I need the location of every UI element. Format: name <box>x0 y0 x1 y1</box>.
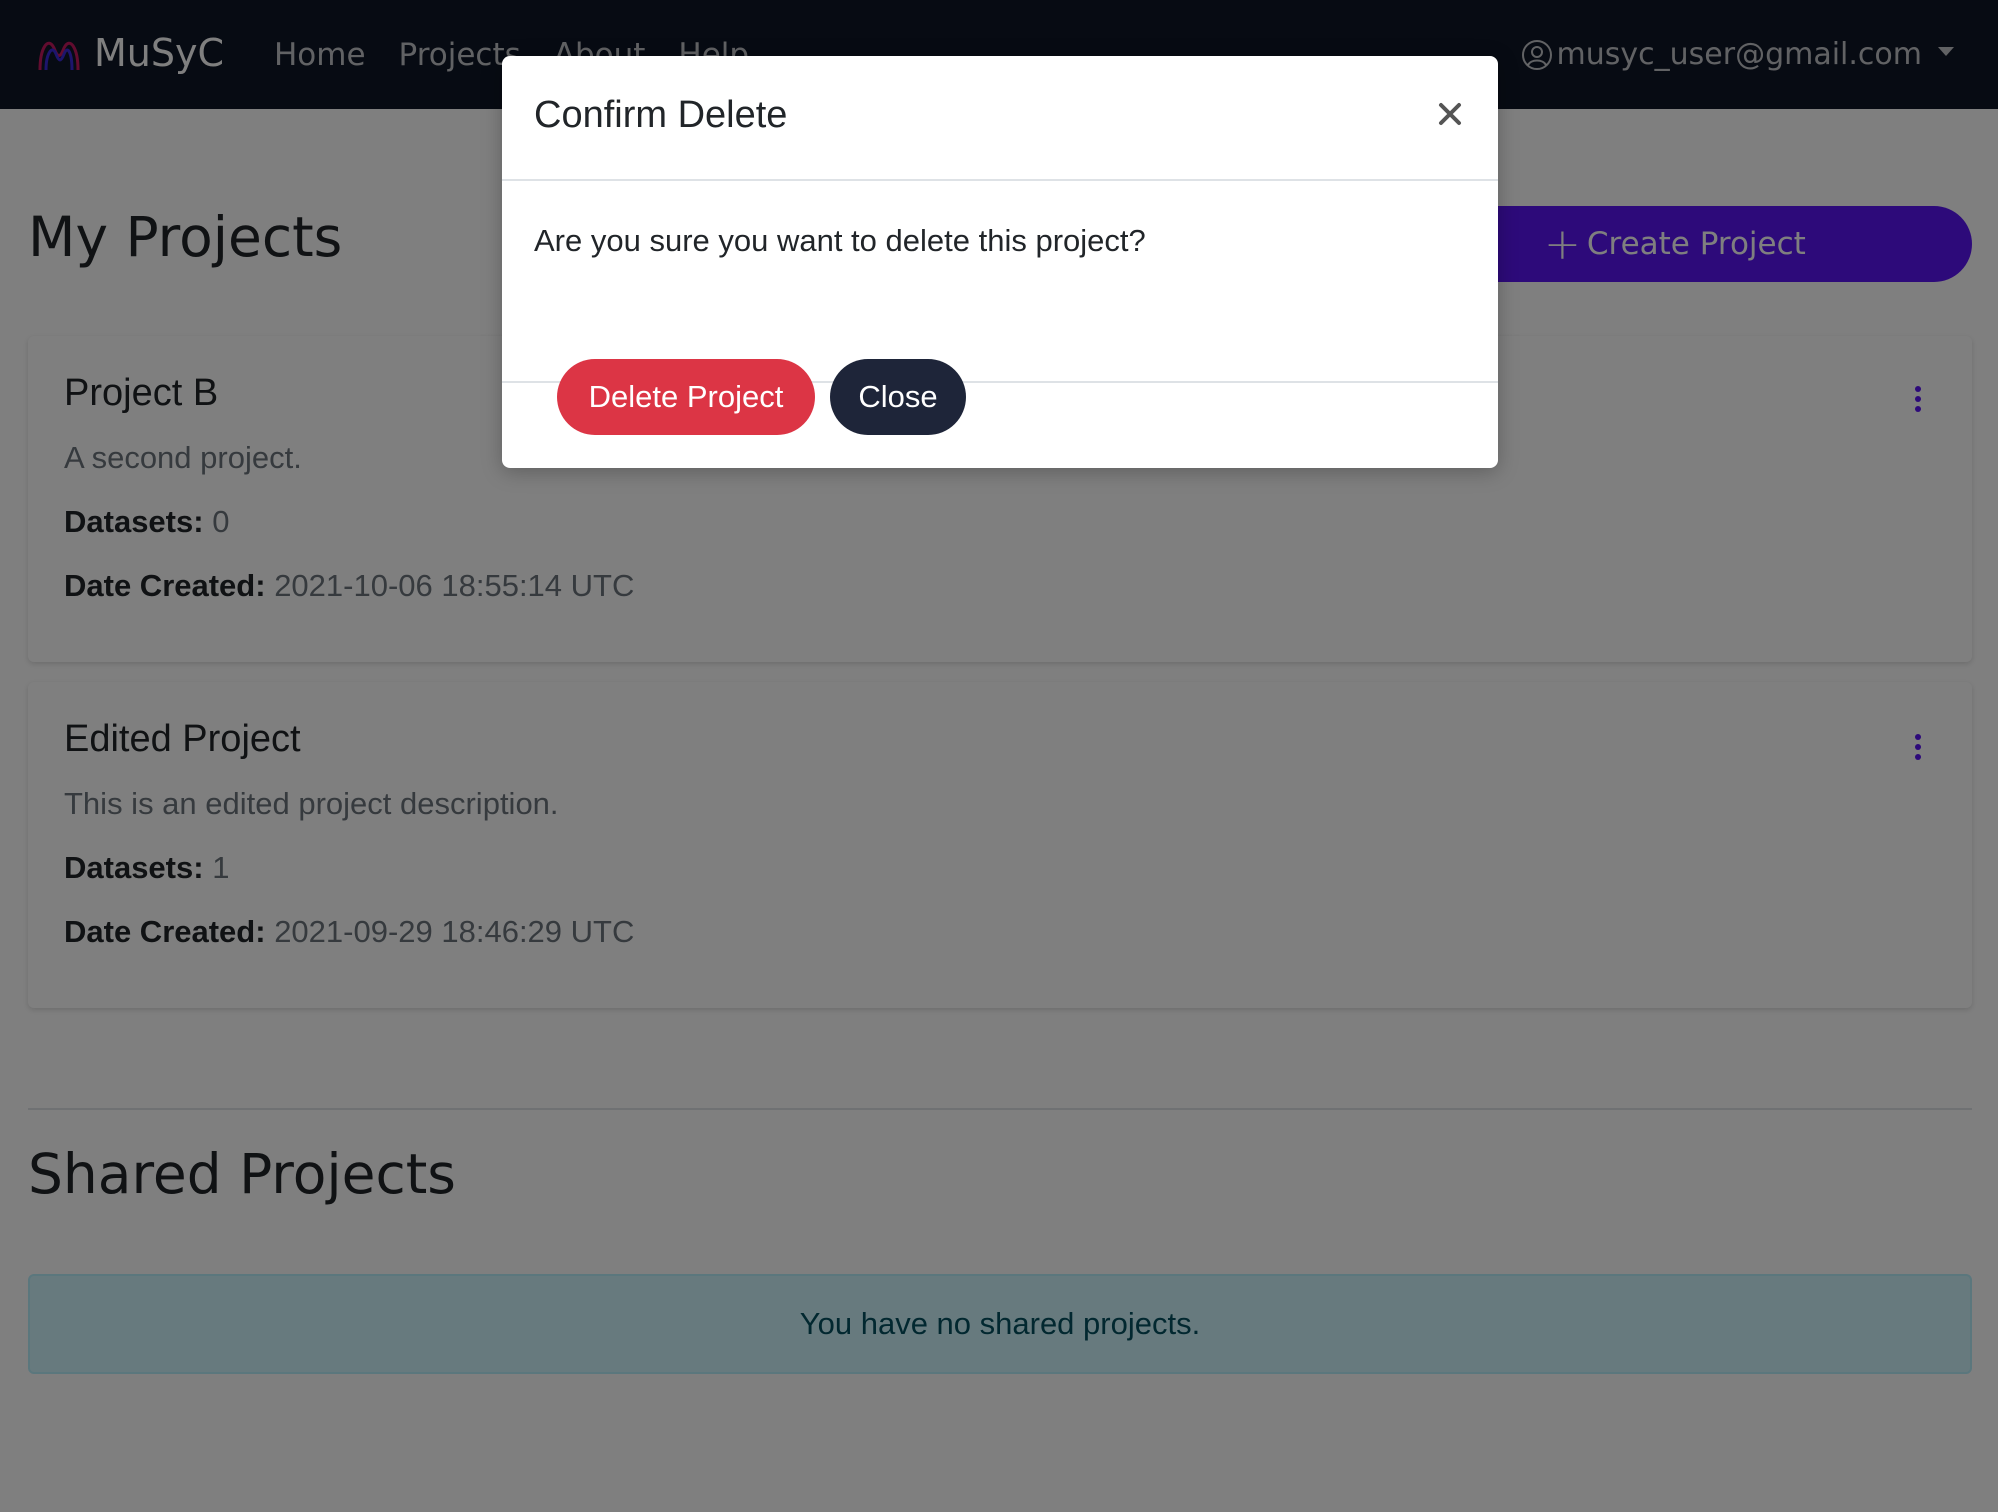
modal-header: Confirm Delete <box>502 56 1498 181</box>
delete-project-button[interactable]: Delete Project <box>557 359 815 435</box>
modal-body: Are you sure you want to delete this pro… <box>502 181 1498 383</box>
modal-title: Confirm Delete <box>534 94 788 136</box>
close-button[interactable]: Close <box>830 359 966 435</box>
close-icon[interactable] <box>1430 94 1470 134</box>
modal-message: Are you sure you want to delete this pro… <box>534 223 1146 258</box>
